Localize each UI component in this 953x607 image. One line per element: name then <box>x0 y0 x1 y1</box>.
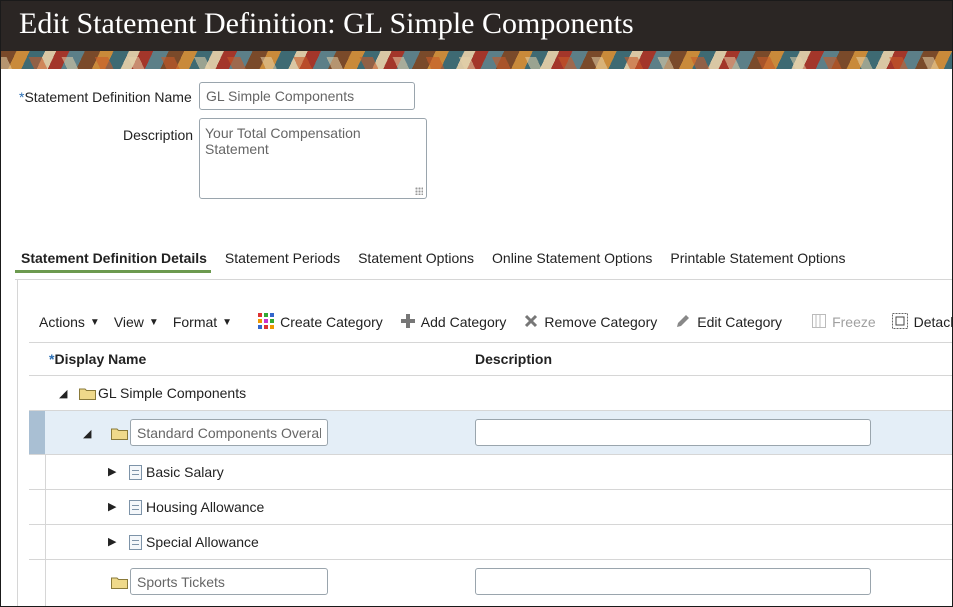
remove-category-label: Remove Category <box>544 314 658 330</box>
column-header-description[interactable]: Description <box>475 351 552 367</box>
freeze-label: Freeze <box>832 314 876 330</box>
statement-name-input[interactable] <box>199 82 415 110</box>
row-display-name: Housing Allowance <box>146 499 265 515</box>
add-category-label: Add Category <box>420 314 507 330</box>
table-row[interactable]: ▶ Basic Salary <box>29 455 952 490</box>
freeze-icon <box>812 313 827 331</box>
remove-category-button[interactable]: Remove Category <box>524 314 657 331</box>
table-row[interactable]: ◢ GL Simple Components <box>29 376 952 411</box>
document-icon <box>129 535 142 550</box>
create-category-label: Create Category <box>280 314 383 330</box>
actions-menu[interactable]: Actions ▼ <box>39 314 100 330</box>
view-menu-label: View <box>113 314 144 330</box>
app-window: Edit Statement Definition: GL Simple Com… <box>0 0 953 607</box>
triangle-expanded-icon[interactable]: ◢ <box>83 427 91 440</box>
document-icon <box>129 500 142 515</box>
caret-down-icon: ▼ <box>222 316 233 328</box>
page-title: Edit Statement Definition: GL Simple Com… <box>19 7 634 40</box>
tab-bar: Statement Definition Details Statement P… <box>15 246 863 276</box>
row-gutter <box>45 525 46 559</box>
column-header-label: Display Name <box>54 351 147 367</box>
tab-statement-periods[interactable]: Statement Periods <box>225 246 340 276</box>
add-category-button[interactable]: Add Category <box>400 313 507 331</box>
plus-icon <box>400 313 415 331</box>
row-gutter <box>45 490 46 524</box>
freeze-button[interactable]: Freeze <box>812 313 876 331</box>
row-gutter <box>45 455 46 489</box>
format-menu[interactable]: Format ▼ <box>173 314 232 330</box>
table-header: *Display Name Description <box>29 342 952 376</box>
edit-category-button[interactable]: Edit Category <box>675 313 782 332</box>
description-label: Description <box>123 127 194 143</box>
caret-down-icon: ▼ <box>148 316 159 328</box>
caret-down-icon: ▼ <box>89 316 100 328</box>
table-row[interactable]: ◢ <box>29 411 952 455</box>
document-icon <box>129 465 142 480</box>
page-header: Edit Statement Definition: GL Simple Com… <box>1 1 952 69</box>
create-category-icon <box>258 312 275 332</box>
table-toolbar: Actions ▼ View ▼ Format ▼ Create Category A… <box>39 311 952 333</box>
column-header-display-name[interactable]: *Display Name <box>49 351 146 367</box>
create-category-button[interactable]: Create Category <box>258 312 383 332</box>
statement-name-label-text: Statement Definition Name <box>24 89 192 105</box>
description-input[interactable] <box>475 568 871 595</box>
table-row[interactable]: ▶ Housing Allowance <box>29 490 952 525</box>
close-icon <box>524 314 538 331</box>
tab-statement-options[interactable]: Statement Options <box>358 246 474 276</box>
row-selection-indicator <box>29 411 45 454</box>
resize-grip-icon[interactable] <box>415 187 423 195</box>
detach-icon <box>891 312 908 332</box>
row-gutter <box>45 560 46 606</box>
row-display-name: Basic Salary <box>146 464 224 480</box>
description-input[interactable] <box>475 419 871 446</box>
triangle-collapsed-icon[interactable]: ▶ <box>108 500 116 513</box>
view-menu[interactable]: View ▼ <box>114 314 159 330</box>
display-name-input[interactable] <box>130 568 328 595</box>
detach-label: Detach <box>913 314 952 330</box>
pencil-icon <box>675 313 691 332</box>
table-row[interactable] <box>29 560 952 606</box>
folder-icon <box>111 577 128 589</box>
tab-online-statement-options[interactable]: Online Statement Options <box>492 246 652 276</box>
folder-icon <box>79 388 96 400</box>
triangle-collapsed-icon[interactable]: ▶ <box>108 465 116 478</box>
header-decoration-overlay <box>1 57 952 69</box>
detach-button[interactable]: Detach <box>891 312 952 332</box>
row-display-name: GL Simple Components <box>98 385 247 401</box>
format-menu-label: Format <box>172 314 218 330</box>
description-textarea[interactable] <box>199 118 427 199</box>
row-display-name: Special Allowance <box>146 534 259 550</box>
triangle-expanded-icon[interactable]: ◢ <box>59 387 67 400</box>
folder-icon <box>111 428 128 440</box>
statement-name-label: *Statement Definition Name <box>19 89 192 105</box>
edit-category-label: Edit Category <box>697 314 783 330</box>
table-row[interactable]: ▶ Special Allowance <box>29 525 952 560</box>
tab-statement-definition-details[interactable]: Statement Definition Details <box>15 246 211 273</box>
display-name-input[interactable] <box>130 419 328 446</box>
triangle-collapsed-icon[interactable]: ▶ <box>108 535 116 548</box>
actions-menu-label: Actions <box>39 314 85 330</box>
tab-printable-statement-options[interactable]: Printable Statement Options <box>670 246 845 276</box>
